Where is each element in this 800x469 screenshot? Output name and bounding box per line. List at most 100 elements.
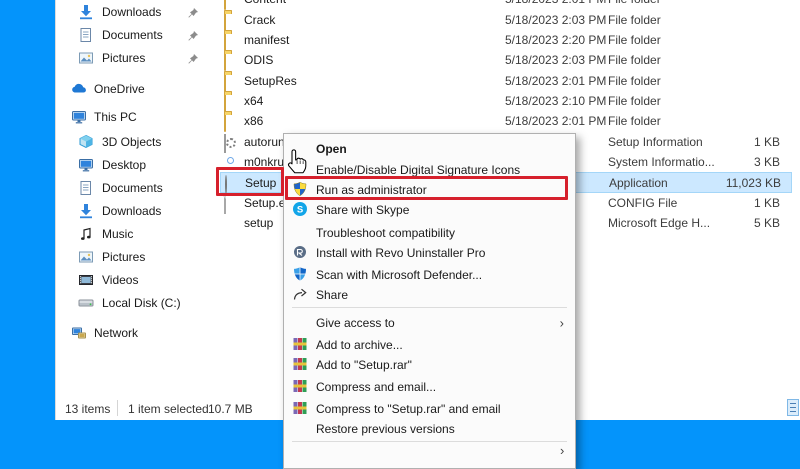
this-pc-icon — [71, 109, 87, 125]
menu-item-share-with-skype[interactable]: S Share with Skype — [285, 199, 574, 220]
menu-item-install-with-revo-uninstaller-pro[interactable]: Install with Revo Uninstaller Pro — [285, 242, 574, 263]
menu-item-compress-to-setup-rar-and-email[interactable]: Compress to "Setup.rar" and email — [285, 398, 574, 419]
pin-icon — [187, 52, 199, 64]
sidebar-item-label: Network — [94, 326, 139, 340]
file-row[interactable]: x86 5/18/2023 2:01 PM File folder — [220, 111, 792, 132]
desktop: { "colors": { "desktop_blue": "#0494fb",… — [0, 0, 800, 469]
pin-icon — [187, 29, 199, 41]
menu-item-give-access-to[interactable]: Give access to — [285, 312, 574, 333]
file-row[interactable]: manifest 5/18/2023 2:20 PM File folder — [220, 30, 792, 51]
file-name: x86 — [244, 114, 264, 128]
folder-icon — [224, 52, 239, 71]
sidebar-item-label: Pictures — [102, 250, 146, 264]
sidebar-item-documents-quick[interactable]: Documents — [58, 25, 210, 45]
sidebar-item-label: Videos — [102, 273, 139, 287]
folder-icon — [224, 12, 239, 31]
setup-information-icon — [224, 134, 239, 153]
menu-item-scan-with-microsoft-defender[interactable]: Scan with Microsoft Defender... — [285, 264, 574, 285]
config-file-icon — [224, 195, 239, 214]
file-date: 5/18/2023 2:03 PM — [505, 53, 607, 67]
pin-icon — [187, 6, 199, 18]
file-date: 5/18/2023 2:01 PM — [505, 0, 606, 6]
file-row[interactable]: Content 5/18/2023 2:01 PM File folder — [220, 0, 792, 10]
file-type: File folder — [608, 13, 661, 27]
sidebar-item-downloads-quick[interactable]: Downloads — [58, 2, 210, 22]
menu-item-add-to-setup-rar[interactable]: Add to "Setup.rar" — [285, 354, 574, 375]
file-type: Application — [609, 176, 668, 190]
document-icon — [78, 27, 94, 43]
music-icon — [78, 226, 94, 242]
sidebar-item-pictures-quick[interactable]: Pictures — [58, 48, 210, 68]
file-name: Content — [244, 0, 286, 6]
file-row[interactable]: SetupRes 5/18/2023 2:01 PM File folder — [220, 71, 792, 92]
file-size: 1 KB — [753, 196, 780, 210]
revo-uninstaller-icon — [292, 244, 308, 260]
sidebar-item-pictures[interactable]: Pictures — [58, 247, 210, 267]
file-type: File folder — [608, 0, 661, 6]
annotation-box-run-as-administrator — [285, 176, 568, 200]
file-date: 5/18/2023 2:01 PM — [505, 114, 607, 128]
menu-item-compress-and-email[interactable]: Compress and email... — [285, 376, 574, 397]
pictures-icon — [78, 249, 94, 265]
menu-item-share[interactable]: Share — [285, 284, 574, 305]
menu-item-add-to-archive[interactable]: Add to archive... — [285, 334, 574, 355]
submenu-chevron-icon — [560, 443, 564, 458]
sidebar-item-label: Downloads — [102, 204, 162, 218]
selection-size: 10.7 MB — [208, 402, 253, 416]
3d-objects-icon — [78, 134, 94, 150]
skype-icon: S — [292, 201, 308, 217]
sidebar-item-downloads[interactable]: Downloads — [58, 201, 210, 221]
file-type: File folder — [608, 94, 661, 108]
sidebar-item-label: OneDrive — [94, 82, 145, 96]
sidebar-item-network[interactable]: Network — [58, 323, 210, 343]
sidebar-item-label: This PC — [94, 110, 137, 124]
edge-icon — [224, 216, 239, 230]
sidebar-item-label: Documents — [102, 28, 163, 42]
submenu-chevron-icon — [560, 315, 564, 330]
sidebar-item-label: Music — [102, 227, 134, 241]
menu-separator — [292, 307, 567, 308]
file-date: 5/18/2023 2:10 PM — [505, 94, 607, 108]
sidebar-item-music[interactable]: Music — [58, 224, 210, 244]
local-disk-icon — [78, 295, 94, 311]
file-type: File folder — [608, 114, 661, 128]
videos-icon — [78, 272, 94, 288]
svg-text:S: S — [297, 204, 303, 215]
winrar-icon — [292, 378, 308, 394]
menu-item-troubleshoot-compatibility[interactable]: Troubleshoot compatibility — [285, 222, 574, 243]
sidebar-item-documents[interactable]: Documents — [58, 178, 210, 198]
file-size: 11,023 KB — [725, 176, 781, 190]
file-size: 1 KB — [753, 135, 780, 149]
sidebar-item-label: Pictures — [102, 51, 146, 65]
hand-cursor-icon — [285, 148, 308, 182]
sidebar-item-this-pc[interactable]: This PC — [58, 107, 210, 127]
document-icon — [78, 180, 94, 196]
menu-item-restore-previous-versions[interactable]: Restore previous versions — [285, 418, 574, 439]
sidebar-item-label: 3D Objects — [102, 135, 162, 149]
selection-count: 1 item selected — [128, 402, 209, 416]
file-name: ODIS — [244, 53, 274, 67]
file-date: 5/18/2023 2:03 PM — [505, 13, 607, 27]
file-name: Setup.e — [244, 196, 286, 210]
sidebar-item-3d-objects[interactable]: 3D Objects — [58, 132, 210, 152]
menu-separator — [292, 441, 567, 442]
sidebar-item-videos[interactable]: Videos — [58, 270, 210, 290]
folder-icon — [224, 0, 239, 10]
folder-icon — [224, 73, 239, 92]
file-row[interactable]: Crack 5/18/2023 2:03 PM File folder — [220, 10, 792, 31]
file-row[interactable]: x64 5/18/2023 2:10 PM File folder — [220, 91, 792, 112]
onedrive-icon — [71, 81, 87, 97]
annotation-box-setup-file — [216, 167, 284, 196]
pictures-icon — [78, 50, 94, 66]
file-name: Crack — [244, 13, 276, 27]
file-row[interactable]: ODIS 5/18/2023 2:03 PM File folder — [220, 50, 792, 71]
sidebar-item-onedrive[interactable]: OneDrive — [58, 79, 210, 99]
file-size: 3 KB — [753, 155, 780, 169]
sidebar-item-local-disk-c[interactable]: Local Disk (C:) — [58, 293, 210, 313]
menu-item-open[interactable]: Open — [285, 138, 574, 159]
winrar-icon — [292, 356, 308, 372]
details-view-toggle-button[interactable] — [787, 399, 799, 416]
sidebar-item-desktop[interactable]: Desktop — [58, 155, 210, 175]
file-type: File folder — [608, 74, 661, 88]
file-type: File folder — [608, 33, 661, 47]
